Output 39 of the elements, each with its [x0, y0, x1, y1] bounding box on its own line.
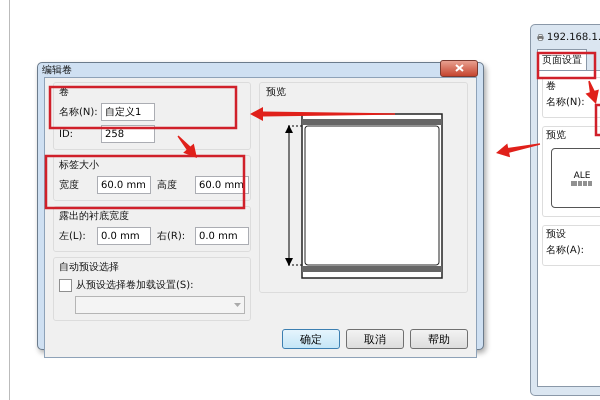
dialog-button[interactable]: 取消 [346, 329, 404, 349]
window-title: 192.168.1. [546, 32, 600, 42]
field-label: 右(R): [157, 230, 186, 243]
label-text: ALE [574, 170, 590, 180]
field-label: 名称(N): [546, 96, 586, 109]
field-label: 高度 [157, 178, 178, 192]
field-label: ID: [59, 128, 74, 140]
text-field[interactable]: 60.0 mm [97, 176, 151, 194]
text-field[interactable]: 自定义1 [101, 103, 155, 121]
text-field[interactable]: 0.0 mm [195, 227, 249, 245]
group-title: 预览 [546, 129, 567, 142]
close-button[interactable] [440, 60, 478, 76]
group-title: 卷 [59, 86, 69, 99]
window-title: 编辑卷 [42, 64, 72, 77]
field-label: 名称(N): [59, 106, 95, 119]
highlight-frame [594, 104, 600, 136]
highlight-frame [536, 52, 596, 80]
field-label: 宽度 [59, 178, 80, 192]
text-field[interactable]: 0.0 mm [97, 227, 151, 245]
group-title: 预设 [546, 228, 567, 241]
dialog-button[interactable]: 确定 [282, 329, 340, 349]
field-label: 左(L): [59, 230, 87, 243]
caret-icon [234, 303, 241, 307]
group-title: 标签大小 [59, 158, 99, 172]
pointer-arrow [586, 80, 599, 104]
field-label: 名称(A): [546, 244, 586, 257]
checkbox[interactable] [59, 278, 72, 292]
group-title: 预览 [266, 86, 286, 99]
printer-icon [537, 32, 544, 42]
pointer-arrow [178, 136, 197, 158]
barcode-icon [571, 180, 593, 186]
dialog-button[interactable]: 帮助 [410, 329, 468, 349]
group-title: 卷 [546, 80, 557, 93]
checkbox-label: 从预设选择卷加载设置(S): [76, 278, 194, 292]
pointer-arrow [496, 143, 540, 158]
group-title: 自动预设选择 [59, 260, 119, 274]
close-icon [454, 64, 464, 72]
text-field[interactable]: 60.0 mm [195, 176, 249, 194]
group-title: 露出的衬底宽度 [59, 210, 129, 223]
